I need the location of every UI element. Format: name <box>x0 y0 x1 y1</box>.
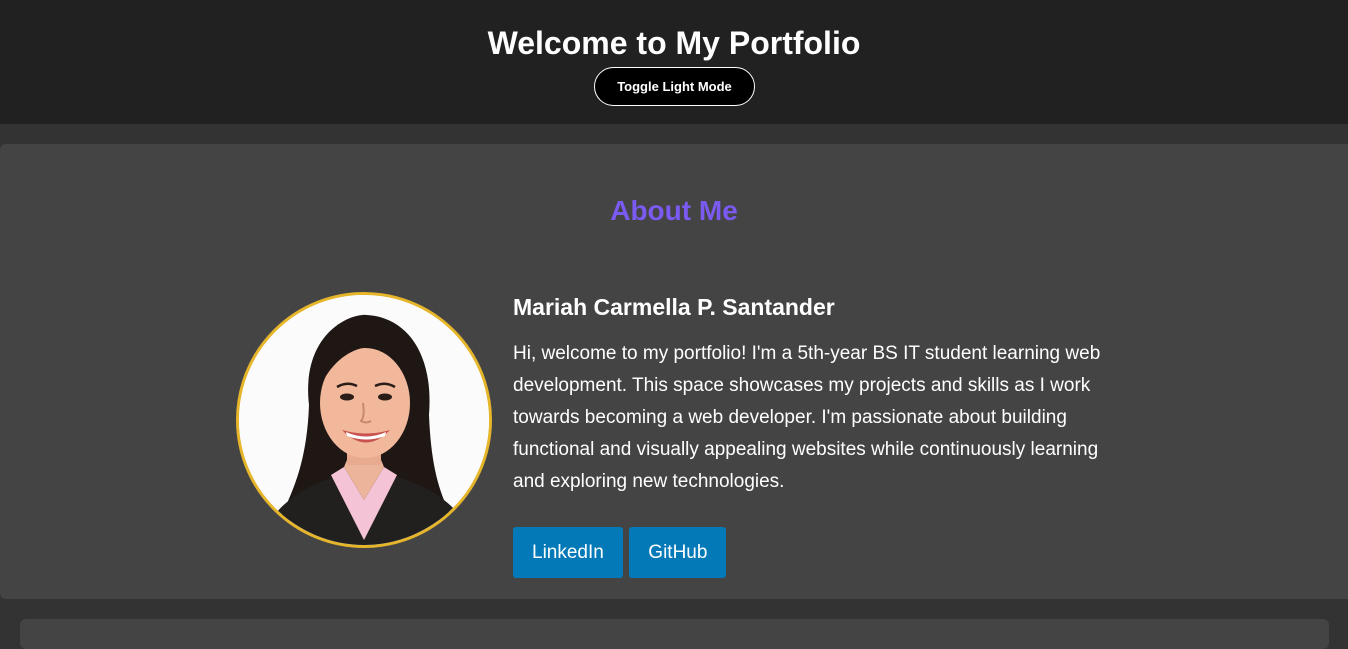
social-links: LinkedIn GitHub <box>513 527 728 578</box>
about-info: Mariah Carmella P. Santander Hi, welcome… <box>513 292 1113 498</box>
profile-portrait-image <box>239 295 489 545</box>
profile-bio: Hi, welcome to my portfolio! I'm a 5th-y… <box>513 343 1101 492</box>
next-section <box>20 619 1329 649</box>
about-heading: About Me <box>610 195 738 226</box>
profile-photo <box>236 292 492 548</box>
page-title: Welcome to My Portfolio <box>487 25 861 61</box>
linkedin-button[interactable]: LinkedIn <box>513 527 623 578</box>
profile-name: Mariah Carmella P. Santander <box>513 294 835 320</box>
toggle-light-mode-button[interactable]: Toggle Light Mode <box>594 67 755 106</box>
github-button[interactable]: GitHub <box>629 527 727 578</box>
about-section: About Me Mariah Carmella P. Santander Hi… <box>0 144 1348 599</box>
site-header: Welcome to My Portfolio Toggle Light Mod… <box>0 0 1348 124</box>
